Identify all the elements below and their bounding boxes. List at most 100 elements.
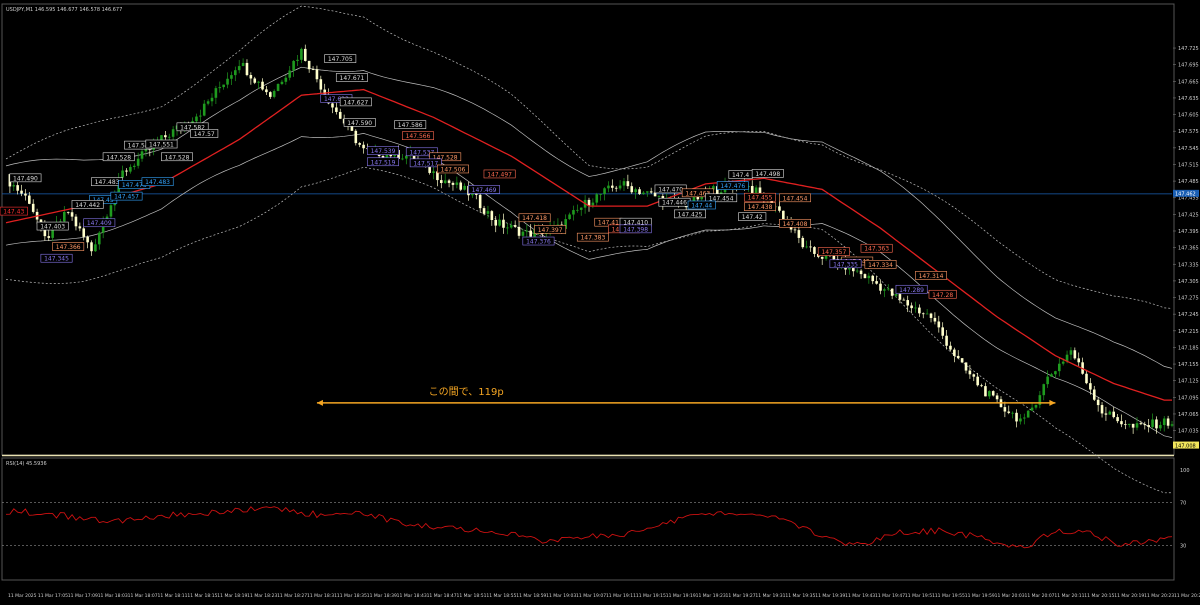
price-label-text: 147.498 <box>755 171 780 178</box>
candle-body <box>871 275 875 282</box>
candle-body <box>109 205 113 217</box>
price-label-box: 147.476 <box>716 181 749 190</box>
candle-body <box>1120 421 1123 425</box>
candle-body <box>750 186 754 194</box>
candle-body <box>1100 405 1104 414</box>
price-axis-label: 147.425 <box>1178 212 1199 218</box>
price-label-box: 147.442 <box>71 200 104 209</box>
candle-body <box>164 135 167 138</box>
candle-body <box>1112 411 1115 418</box>
candle-body <box>1007 411 1011 413</box>
candle-body <box>171 129 175 137</box>
price-label-box: 147.409 <box>83 218 116 227</box>
candle-body <box>1042 384 1046 396</box>
candle-body <box>1104 413 1108 415</box>
candle-body <box>960 358 964 363</box>
candle-body <box>1124 424 1127 426</box>
candle-body <box>401 158 404 160</box>
candle-body <box>1135 423 1139 428</box>
candle-body <box>47 236 51 238</box>
price-label-text: 147.590 <box>347 120 372 127</box>
candle-body <box>447 180 451 183</box>
price-label-box: 147.705 <box>324 54 357 63</box>
candle-body <box>140 151 144 159</box>
time-axis-label: 11 Mar 18:03 <box>98 593 128 599</box>
price-label-box: 147.289 <box>895 284 928 294</box>
candle-body <box>241 62 245 67</box>
candle-body <box>86 236 89 243</box>
candle-body <box>805 246 808 248</box>
candle-body <box>125 170 128 172</box>
candle-body <box>490 211 494 220</box>
candle-body <box>603 188 606 195</box>
price-label-text: 147.335 <box>833 261 858 268</box>
price-label-box: 147.470 <box>654 184 687 193</box>
candle-body <box>1069 350 1073 355</box>
candle-body <box>1155 419 1158 429</box>
candle-body <box>136 158 140 166</box>
candle-body <box>276 84 280 91</box>
candle-body <box>381 155 385 158</box>
candle-body <box>1085 373 1088 384</box>
candle-body <box>28 195 31 204</box>
time-axis-label: 11 Mar 19:11 <box>606 593 636 599</box>
candle-body <box>272 90 276 97</box>
candle-body <box>66 211 70 213</box>
price-label-text: 147.409 <box>87 220 112 227</box>
price-axis-label: 147.125 <box>1178 379 1199 385</box>
price-label-box: 147.566 <box>402 131 434 140</box>
candle-body <box>719 192 723 194</box>
price-label-box: 147.397 <box>534 225 567 234</box>
candle-body <box>1015 412 1018 422</box>
candle-body <box>195 116 198 122</box>
candle-body <box>945 335 948 346</box>
price-label-text: 147.497 <box>487 171 512 178</box>
candle-body <box>626 181 630 187</box>
price-label-box: 147.483 <box>141 177 174 186</box>
candle-body <box>910 305 913 309</box>
candle-body <box>630 186 634 193</box>
candle-body <box>883 289 886 291</box>
price-label-box: 147.42 <box>738 212 767 221</box>
price-label-box: 147.334 <box>864 260 897 269</box>
time-axis-label: 11 Mar 17:05 <box>38 593 68 599</box>
candle-body <box>1170 424 1174 426</box>
candle-body <box>440 180 443 184</box>
candle-body <box>898 294 902 300</box>
candle-body <box>354 130 358 144</box>
candle-body <box>517 226 521 236</box>
candle-body <box>793 229 797 231</box>
time-axis-label: 11 Mar 19:19 <box>666 593 696 599</box>
price-label-text: 147.483 <box>95 179 120 186</box>
time-axis-label: 11 Mar 19:35 <box>785 593 815 599</box>
price-label-box: 147.376 <box>522 236 555 246</box>
time-axis-label: 11 Mar 20:07 <box>1025 593 1055 599</box>
price-label-text: 147.506 <box>441 166 466 173</box>
candle-body <box>199 115 202 117</box>
candle-body <box>94 244 97 252</box>
candle-body <box>568 214 571 220</box>
price-axis-label: 147.575 <box>1178 129 1199 135</box>
time-axis-label: 11 Mar 18:39 <box>367 593 397 599</box>
candle-body <box>249 75 253 79</box>
candle-body <box>1050 374 1053 377</box>
price-label-text: 147.671 <box>340 75 365 82</box>
price-label-text: 147.366 <box>56 244 81 251</box>
price-axis-label: 147.095 <box>1178 395 1199 401</box>
candle-body <box>12 185 16 187</box>
time-axis-label: 11 Mar 2025 <box>8 593 37 599</box>
range-annotation: この間で、119p <box>429 386 504 398</box>
candle-body <box>303 48 307 61</box>
candle-body <box>925 313 929 315</box>
candle-body <box>995 395 999 400</box>
candle-body <box>323 89 327 95</box>
candle-body <box>572 210 575 215</box>
candle-body <box>432 171 435 173</box>
candle-body <box>502 219 505 228</box>
time-axis-label: 11 Mar 20:23 <box>1144 593 1174 599</box>
price-axis-label: 147.035 <box>1178 429 1199 435</box>
price-label-text: 147.455 <box>748 195 773 202</box>
price-label-box: 147.403 <box>36 221 69 231</box>
time-axis-label: 11 Mar 18:43 <box>397 593 427 599</box>
candle-body <box>949 345 952 350</box>
